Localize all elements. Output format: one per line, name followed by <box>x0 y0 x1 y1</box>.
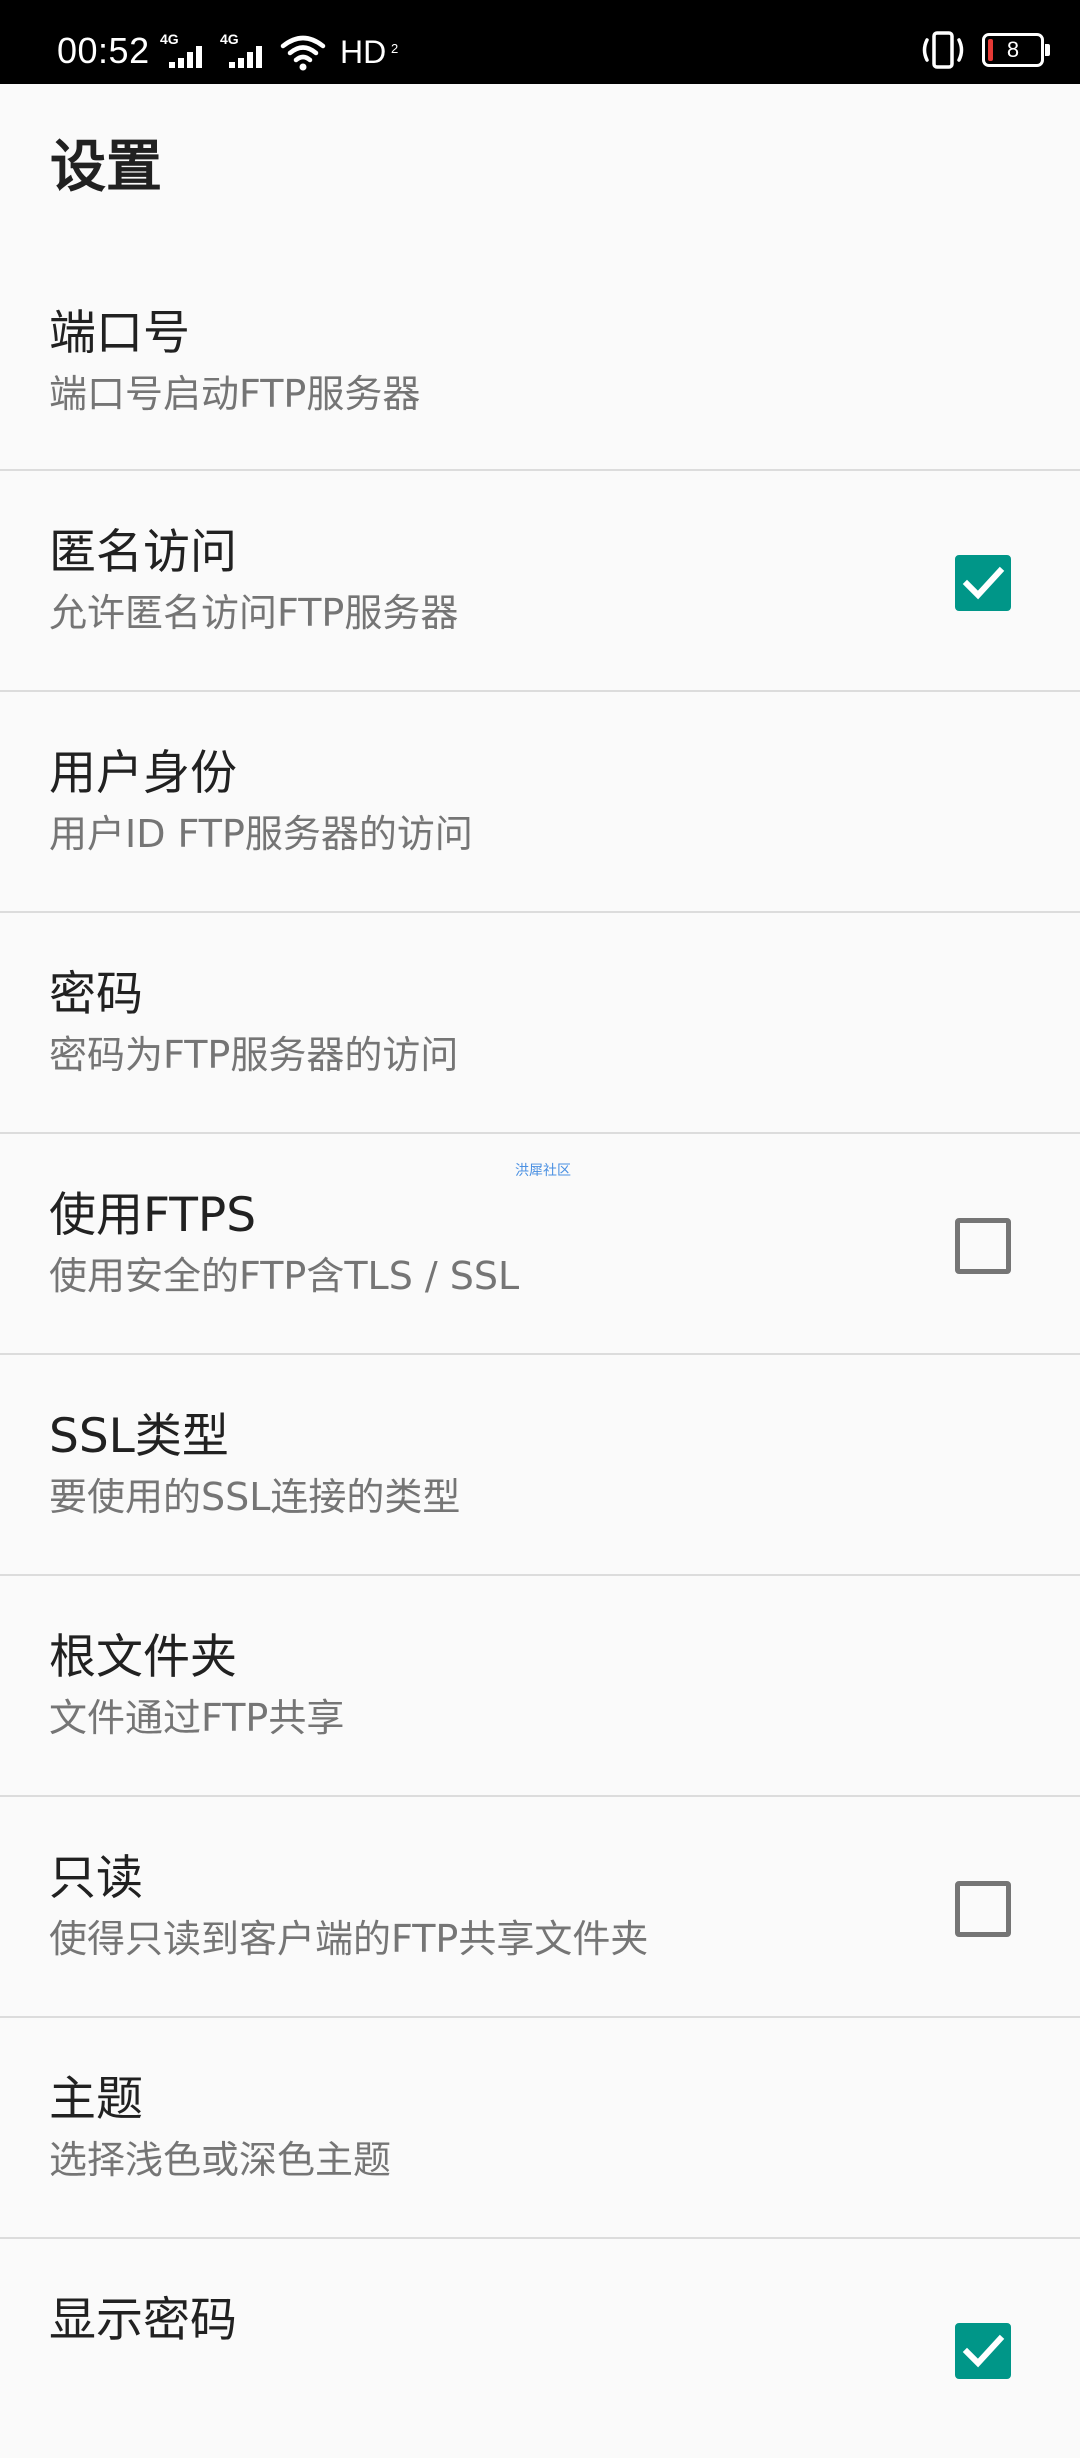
pref-title: 根文件夹 <box>49 1630 237 1685</box>
show-password-checkbox[interactable] <box>955 2323 1011 2379</box>
hd-label: HD <box>340 34 387 70</box>
hd-sub-label: 2 <box>390 41 399 56</box>
status-time: 00:52 <box>57 30 150 71</box>
page-title: 设置 <box>50 135 162 200</box>
pref-theme[interactable]: 主题 选择浅色或深色主题 <box>0 2018 1080 2239</box>
pref-password[interactable]: 密码 密码为FTP服务器的访问 <box>0 913 1080 1134</box>
pref-show-password[interactable]: 显示密码 <box>0 2239 1080 2458</box>
check-icon <box>962 2334 1005 2368</box>
use-ftps-checkbox[interactable] <box>955 1218 1011 1274</box>
pref-summary: 允许匿名访问FTP服务器 <box>49 591 459 635</box>
pref-anonymous-access[interactable]: 匿名访问 允许匿名访问FTP服务器 <box>0 471 1080 692</box>
pref-title: 端口号 <box>49 306 190 361</box>
pref-summary: 选择浅色或深色主题 <box>49 2138 392 2182</box>
battery-icon: 8 <box>982 33 1050 67</box>
check-icon <box>962 566 1005 600</box>
pref-summary: 密码为FTP服务器的访问 <box>49 1033 459 1077</box>
read-only-checkbox[interactable] <box>955 1881 1011 1937</box>
pref-summary: 使得只读到客户端的FTP共享文件夹 <box>49 1917 649 1961</box>
pref-summary: 使用安全的FTP含TLS / SSL <box>49 1254 520 1298</box>
wifi-icon <box>280 32 326 72</box>
pref-port[interactable]: 端口号 端口号启动FTP服务器 <box>0 252 1080 471</box>
status-bar: 00:52 4G 4G HD 2 8 <box>0 0 1080 84</box>
signal-icon: 4G <box>160 32 206 72</box>
pref-user-id[interactable]: 用户身份 用户ID FTP服务器的访问 <box>0 692 1080 913</box>
pref-title: SSL类型 <box>49 1409 229 1464</box>
signal-type-label: 4G <box>220 31 239 47</box>
pref-title: 只读 <box>49 1851 143 1906</box>
status-icons-right: 8 <box>918 30 1050 70</box>
pref-read-only[interactable]: 只读 使得只读到客户端的FTP共享文件夹 <box>0 1797 1080 2018</box>
signal-type-label: 4G <box>160 31 179 47</box>
vibrate-icon <box>918 30 968 70</box>
pref-summary: 用户ID FTP服务器的访问 <box>49 812 473 856</box>
battery-level-label: 8 <box>1006 37 1020 62</box>
pref-root-folder[interactable]: 根文件夹 文件通过FTP共享 <box>0 1576 1080 1797</box>
status-icons-left: 4G 4G HD 2 <box>160 28 398 72</box>
pref-summary: 文件通过FTP共享 <box>49 1696 345 1740</box>
pref-title: 显示密码 <box>49 2293 237 2348</box>
watermark-text: 洪犀社区 <box>515 1163 571 1179</box>
pref-summary: 端口号启动FTP服务器 <box>49 372 421 416</box>
pref-ssl-type[interactable]: SSL类型 要使用的SSL连接的类型 <box>0 1355 1080 1576</box>
pref-title: 匿名访问 <box>49 525 237 580</box>
pref-title: 使用FTPS <box>49 1188 257 1243</box>
signal-icon: 4G <box>220 32 266 72</box>
pref-title: 主题 <box>49 2072 143 2127</box>
preference-list: 端口号 端口号启动FTP服务器 匿名访问 允许匿名访问FTP服务器 用户身份 用… <box>0 252 1080 2458</box>
pref-title: 用户身份 <box>49 746 237 801</box>
pref-summary: 要使用的SSL连接的类型 <box>49 1475 461 1519</box>
anonymous-access-checkbox[interactable] <box>955 555 1011 611</box>
pref-title: 密码 <box>49 967 143 1022</box>
hd-icon: HD 2 <box>340 32 398 72</box>
